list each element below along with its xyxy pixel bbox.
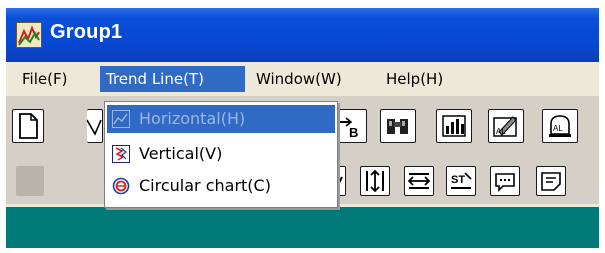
menu-file[interactable]: File(F) [16,66,73,92]
trend-chart-icon [16,22,42,48]
open-button[interactable] [87,109,103,143]
horizontal-resize-icon [407,173,431,189]
window-title: Group1 [50,21,123,43]
menu-help[interactable]: Help(H) [380,66,449,92]
circular-chart-icon [112,177,130,195]
menu-item-circular-chart[interactable]: Circular chart(C) [107,172,335,200]
vertical-resize-icon [366,169,384,193]
horizontal-resize-button[interactable] [404,166,434,196]
comment-icon [495,173,515,192]
title-bar[interactable]: Group1 [6,8,599,62]
svg-text:AL: AL [496,127,506,136]
menu-trend-line[interactable]: Trend Line(T) [100,66,245,92]
note-icon [541,172,561,191]
application-window: Group1 File(F) Trend Line(T) Window(W) H… [6,8,599,248]
alarm-icon: AL [549,115,571,137]
menu-item-horizontal[interactable]: Horizontal(H) [107,105,335,133]
alarm-button[interactable]: AL [542,109,578,143]
new-document-button[interactable] [12,109,44,143]
edit-chart-button[interactable]: AL [488,109,524,143]
workspace-area[interactable] [6,207,599,248]
binoculars-icon [387,119,408,134]
vertical-trend-icon [112,145,130,163]
note-button[interactable] [536,166,566,196]
svg-text:AL: AL [553,124,563,133]
comment-button[interactable] [490,166,520,196]
menu-item-horizontal-label: Horizontal(H) [139,109,246,128]
svg-text:B: B [349,125,358,140]
bar-chart-button[interactable] [436,109,472,143]
menu-bar: File(F) Trend Line(T) Window(W) Help(H) [6,62,599,96]
horizontal-trend-icon [112,110,130,128]
binoculars-button[interactable] [380,109,416,143]
menu-window[interactable]: Window(W) [250,66,348,92]
open-icon [87,119,102,136]
trend-line-dropdown-menu: Horizontal(H) Vertical(V) Circular chart… [104,101,338,208]
menu-item-circular-chart-label: Circular chart(C) [139,176,271,195]
menu-item-vertical-label: Vertical(V) [139,144,223,163]
bar-chart-icon [442,115,466,137]
text-tool-button[interactable]: ST [446,166,476,196]
new-document-icon [19,113,38,139]
svg-text:ST: ST [451,174,465,186]
text-tool-icon: ST [451,172,472,189]
edit-chart-icon: AL [493,116,517,137]
vertical-resize-button[interactable] [360,166,390,196]
menu-item-vertical[interactable]: Vertical(V) [107,140,335,168]
disabled-tool-button [16,166,44,196]
